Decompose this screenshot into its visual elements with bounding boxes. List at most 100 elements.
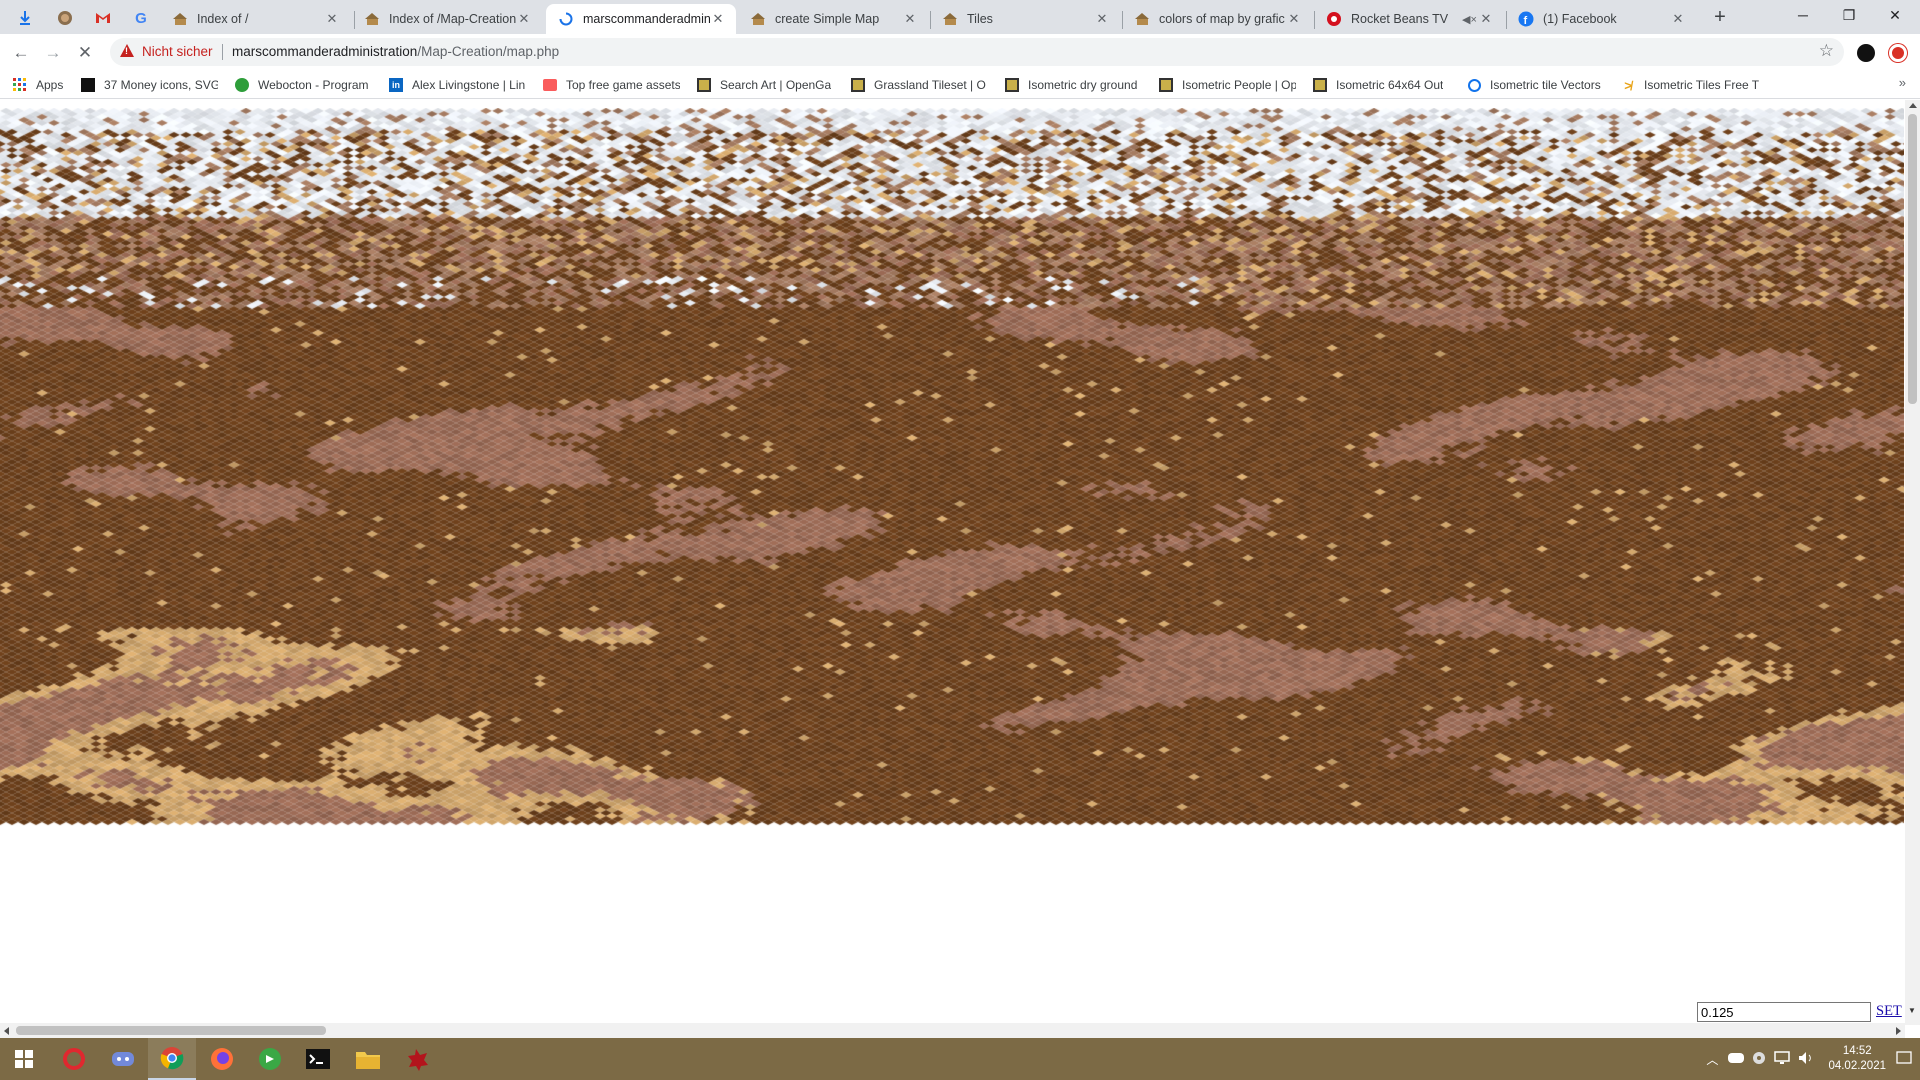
close-icon[interactable]: ✕ xyxy=(516,11,532,27)
close-icon[interactable]: ✕ xyxy=(902,11,918,27)
tab-title: create Simple Map xyxy=(775,12,880,26)
bookmark-webocton[interactable]: Webocton - Program xyxy=(234,75,372,95)
bookmark-isometric-tile-vectors[interactable]: Isometric tile Vectors xyxy=(1466,75,1604,95)
green-app-icon[interactable] xyxy=(246,1038,294,1080)
vertical-scroll-thumb[interactable] xyxy=(1908,114,1917,404)
windows-taskbar: ︿ 14:52 04.02.2021 xyxy=(0,1038,1920,1080)
chevron-up-icon[interactable]: ︿ xyxy=(1706,1051,1718,1068)
bookmark-apps[interactable]: Apps xyxy=(12,75,72,95)
bookmark-isometric-people[interactable]: Isometric People | Op xyxy=(1158,75,1296,95)
system-tray: ︿ 14:52 04.02.2021 xyxy=(1706,1038,1912,1080)
close-window-button[interactable]: ✕ xyxy=(1872,0,1918,30)
bookmark-game-assets[interactable]: Top free game assets xyxy=(542,75,680,95)
notification-icon[interactable] xyxy=(1896,1050,1912,1068)
tab-rocket-beans[interactable]: Rocket Beans TV ◀× ✕ xyxy=(1314,4,1504,34)
tab-colors-of-map[interactable]: colors of map by grafic ✕ xyxy=(1122,4,1312,34)
more-bookmarks-icon[interactable]: » xyxy=(1899,75,1906,90)
address-bar[interactable]: Nicht sicher marscommanderadministration… xyxy=(110,38,1844,66)
folder-icon[interactable] xyxy=(344,1038,392,1080)
game-app-icon[interactable] xyxy=(392,1038,440,1080)
network-icon[interactable] xyxy=(1774,1050,1791,1068)
disk-icon[interactable] xyxy=(1752,1051,1766,1068)
green-circle-icon xyxy=(234,77,250,93)
opengameart-icon xyxy=(850,77,866,93)
minimize-button[interactable]: ─ xyxy=(1780,0,1826,30)
isometric-map[interactable] xyxy=(0,108,1904,826)
tab-create-simple-map[interactable]: create Simple Map ✕ xyxy=(738,4,928,34)
close-icon[interactable]: ✕ xyxy=(1094,11,1110,27)
horizontal-scrollbar[interactable] xyxy=(0,1023,1905,1038)
freepik-icon xyxy=(1466,77,1482,93)
terminal-icon[interactable] xyxy=(294,1038,342,1080)
profile-avatar[interactable] xyxy=(1857,44,1875,62)
clock-date: 04.02.2021 xyxy=(1828,1060,1886,1072)
windows-start-icon[interactable] xyxy=(0,1038,48,1080)
page-viewport: SET ▼ xyxy=(0,100,1920,1038)
warning-icon[interactable] xyxy=(120,44,134,57)
black-square-icon xyxy=(80,77,96,93)
security-label[interactable]: Nicht sicher xyxy=(142,44,213,59)
bookmark-isometric-dry-ground[interactable]: Isometric dry ground xyxy=(1004,75,1142,95)
bookmark-money-icons[interactable]: 37 Money icons, SVG xyxy=(80,75,218,95)
linkedin-icon: in xyxy=(388,77,404,93)
chevron-down-icon[interactable]: ▼ xyxy=(1908,1006,1916,1015)
tab-title: (1) Facebook xyxy=(1543,12,1617,26)
bookmark-isometric-tiles-free[interactable]: ≯ Isometric Tiles Free T xyxy=(1620,75,1760,95)
opengameart-icon xyxy=(1158,77,1174,93)
close-icon[interactable]: ✕ xyxy=(1670,11,1686,27)
tab-index-map-creation[interactable]: Index of /Map-Creation ✕ xyxy=(352,4,542,34)
url-path: /Map-Creation/map.php xyxy=(417,44,560,59)
opengameart-icon xyxy=(1312,77,1328,93)
scroll-right-icon[interactable] xyxy=(1896,1027,1901,1035)
forward-button[interactable]: → xyxy=(39,39,67,67)
scroll-left-icon[interactable] xyxy=(4,1027,9,1035)
close-icon[interactable]: ✕ xyxy=(1478,11,1494,27)
hut-icon xyxy=(1134,11,1150,27)
tab-tiles[interactable]: Tiles ✕ xyxy=(930,4,1120,34)
svg-text:f: f xyxy=(1524,15,1528,27)
download-icon[interactable] xyxy=(8,5,42,31)
close-icon[interactable]: ✕ xyxy=(1286,11,1302,27)
bookmark-star-icon[interactable]: ☆ xyxy=(1819,41,1834,61)
tab-title: marscommanderadmini xyxy=(583,12,710,26)
opera-icon[interactable] xyxy=(50,1038,98,1080)
close-icon[interactable]: ✕ xyxy=(710,11,726,27)
discord-tray-icon[interactable] xyxy=(1728,1052,1745,1067)
itch-icon xyxy=(542,77,558,93)
clock-time: 14:52 xyxy=(1842,1045,1872,1057)
google-icon[interactable]: G xyxy=(124,5,158,31)
bookmark-search-art[interactable]: Search Art | OpenGa xyxy=(696,75,834,95)
tab-title: Index of /Map-Creation xyxy=(389,12,516,26)
vertical-scrollbar[interactable] xyxy=(1905,100,1920,1025)
new-tab-button[interactable]: + xyxy=(1708,6,1732,30)
tab-index-root[interactable]: Index of / ✕ xyxy=(160,4,350,34)
gmail-icon[interactable] xyxy=(86,5,120,31)
speaker-muted-icon[interactable]: ◀× xyxy=(1462,13,1478,26)
stop-loading-button[interactable]: ✕ xyxy=(71,39,99,67)
clock[interactable]: 14:52 04.02.2021 xyxy=(1828,1044,1886,1074)
scroll-up-icon[interactable] xyxy=(1909,103,1917,108)
back-button[interactable]: ← xyxy=(7,39,35,67)
zoom-input[interactable] xyxy=(1697,1002,1871,1022)
bookmark-isometric-64x64[interactable]: Isometric 64x64 Out xyxy=(1312,75,1450,95)
hut-icon xyxy=(364,11,380,27)
chrome-icon[interactable] xyxy=(148,1038,196,1080)
url-host: marscommanderadministration xyxy=(232,44,418,59)
tab-map-active[interactable]: marscommanderadmini ✕ xyxy=(546,4,736,34)
face-icon[interactable] xyxy=(48,5,82,31)
tab-facebook[interactable]: f (1) Facebook ✕ xyxy=(1506,4,1696,34)
extension-icon[interactable] xyxy=(1889,44,1907,62)
close-icon[interactable]: ✕ xyxy=(324,11,340,27)
volume-icon[interactable] xyxy=(1798,1051,1814,1068)
bookmark-linkedin[interactable]: in Alex Livingstone | Lin xyxy=(388,75,526,95)
set-link[interactable]: SET xyxy=(1876,1003,1902,1020)
horizontal-scroll-thumb[interactable] xyxy=(16,1026,326,1035)
maximize-button[interactable]: ❐ xyxy=(1826,0,1872,30)
tab-strip: G Index of / ✕ Index of /Map-Creation ✕ … xyxy=(0,0,1920,34)
bookmark-grassland-tileset[interactable]: Grassland Tileset | O xyxy=(850,75,988,95)
url-text[interactable]: marscommanderadministration/Map-Creation… xyxy=(232,44,559,59)
hut-icon xyxy=(750,11,766,27)
discord-icon[interactable] xyxy=(99,1038,147,1080)
firefox-icon[interactable] xyxy=(198,1038,246,1080)
tab-title: colors of map by grafic xyxy=(1159,12,1285,26)
